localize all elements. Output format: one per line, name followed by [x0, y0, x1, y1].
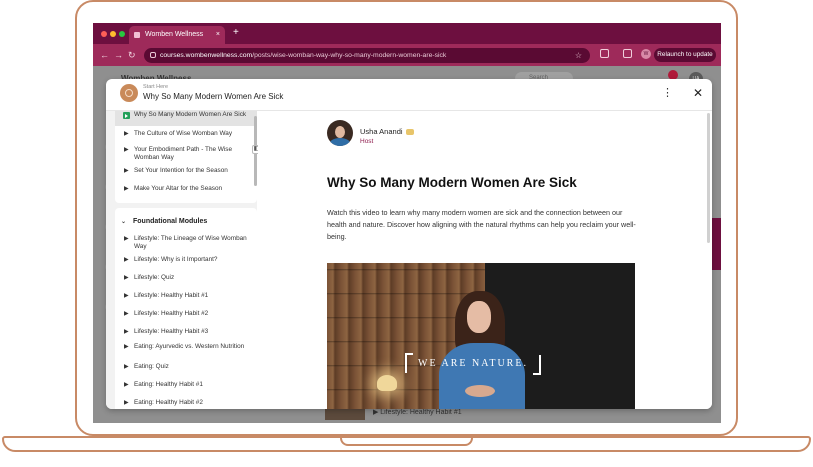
lesson-label: Lifestyle: Healthy Habit #3 [134, 328, 209, 335]
module-title: Foundational Modules [133, 218, 208, 225]
background-side-tab[interactable] [711, 218, 721, 270]
modal-title: Why So Many Modern Women Are Sick [143, 92, 284, 101]
author-face [335, 126, 345, 138]
play-icon [123, 112, 130, 119]
browser-toolbar: ← → ↻ courses.wombenwellness.com/posts/w… [93, 44, 721, 66]
close-window-dot[interactable] [101, 31, 107, 37]
lesson-modal: Start Here Why So Many Modern Women Are … [106, 79, 712, 409]
play-icon: ▶ [124, 131, 129, 137]
lesson-label: Lifestyle: The Lineage of Wise Womban Wa… [134, 235, 247, 250]
play-icon: ▶ [124, 147, 129, 153]
play-icon: ▶ [124, 168, 129, 174]
modal-kicker: Start Here [143, 84, 169, 90]
more-options-icon[interactable]: ⋮ [662, 87, 673, 99]
play-icon: ▶ [124, 329, 129, 335]
lesson-label: Make Your Altar for the Season [134, 185, 223, 192]
lesson-label: Your Embodiment Path - The Wise Womban W… [134, 146, 233, 161]
back-arrow-icon[interactable]: ← [100, 49, 109, 61]
profile-avatar[interactable]: W [641, 49, 651, 59]
url-path: /posts/wise-womban-way-why-so-many-moder… [252, 52, 447, 59]
maximize-window-dot[interactable] [119, 31, 125, 37]
post-body: Watch this video to learn why many moder… [327, 208, 636, 241]
post-content: Usha Anandi Host Why So Many Modern Wome… [258, 111, 712, 409]
chevron-down-icon: ⌄ [121, 219, 127, 225]
site-info-icon[interactable] [150, 52, 156, 58]
url-host: courses.wombenwellness.com [160, 52, 253, 59]
host-badge-icon [405, 129, 414, 136]
lesson-label: Eating: Ayurvedic vs. Western Nutrition [134, 343, 245, 350]
play-icon: ▶ [124, 275, 129, 281]
author-name[interactable]: Usha Anandi [360, 127, 414, 136]
lesson-label: The Culture of Wise Womban Way [134, 130, 233, 137]
play-icon: ▶ [124, 364, 129, 370]
author-avatar[interactable] [327, 120, 353, 146]
lesson-label: Eating: Healthy Habit #2 [134, 399, 203, 406]
background-lesson-label: Lifestyle: Healthy Habit #1 [380, 409, 462, 416]
tab-strip: Womben Wellness × + [93, 23, 721, 44]
close-icon[interactable]: ✕ [693, 86, 703, 100]
play-icon: ▶ [124, 257, 129, 263]
forward-arrow-icon[interactable]: → [114, 49, 123, 61]
lesson-label: Lifestyle: Why is it Important? [134, 256, 218, 263]
presenter-hands [465, 385, 495, 397]
lesson-label: Lifestyle: Quiz [134, 274, 175, 281]
favicon-icon [134, 32, 140, 38]
reading-list-icon[interactable] [623, 49, 632, 58]
relaunch-button[interactable]: Relaunch to update [654, 48, 716, 62]
lesson-label: Eating: Healthy Habit #1 [134, 381, 203, 388]
address-bar[interactable]: courses.wombenwellness.com/posts/wise-wo… [144, 48, 590, 63]
course-logo-icon [120, 84, 138, 102]
play-icon: ▶ [124, 236, 129, 242]
video-player[interactable]: WE ARE NATURE. [327, 263, 635, 409]
author-role: Host [360, 138, 374, 145]
modal-header: Start Here Why So Many Modern Women Are … [106, 79, 712, 111]
author-shirt [330, 138, 350, 146]
new-tab-button[interactable]: + [233, 26, 239, 40]
minimize-window-dot[interactable] [110, 31, 116, 37]
browser-tab[interactable]: Womben Wellness × [129, 26, 225, 44]
play-icon: ▶ [124, 186, 129, 192]
author-name-text: Usha Anandi [360, 127, 403, 136]
play-icon: ▶ [124, 293, 129, 299]
lesson-label: Set Your Intention for the Season [134, 167, 228, 174]
tab-title: Womben Wellness [145, 31, 204, 38]
presenter-face [467, 301, 491, 333]
play-icon: ▶ [124, 311, 129, 317]
laptop-notch [340, 438, 473, 446]
content-scrollbar[interactable] [707, 113, 710, 243]
reload-icon[interactable]: ↻ [128, 49, 136, 61]
module-card: ⌄ Foundational Modules ▶ Lifestyle: The … [115, 208, 257, 409]
play-icon: ▶ [124, 400, 129, 406]
play-icon: ▶ [124, 382, 129, 388]
post-title: Why So Many Modern Women Are Sick [327, 175, 577, 190]
lesson-sidebar: Why So Many Modern Women Are Sick ▶ The … [106, 111, 257, 409]
extensions-icon[interactable] [600, 49, 609, 58]
bookmark-star-icon[interactable]: ☆ [575, 48, 582, 63]
lesson-label: Eating: Quiz [134, 363, 169, 370]
lesson-label: Lifestyle: Healthy Habit #1 [134, 292, 209, 299]
presenter-body [439, 343, 525, 409]
lesson-item[interactable]: Why So Many Modern Women Are Sick [115, 111, 257, 126]
lesson-label: Why So Many Modern Women Are Sick [134, 111, 247, 118]
play-icon: ▶ [124, 344, 129, 350]
video-title-overlay: WE ARE NATURE. [405, 353, 541, 375]
lamp-glow [377, 375, 397, 391]
start-here-card: Why So Many Modern Women Are Sick ▶ The … [115, 111, 257, 203]
tab-close-icon[interactable]: × [216, 26, 220, 44]
lesson-label: Lifestyle: Healthy Habit #2 [134, 310, 209, 317]
